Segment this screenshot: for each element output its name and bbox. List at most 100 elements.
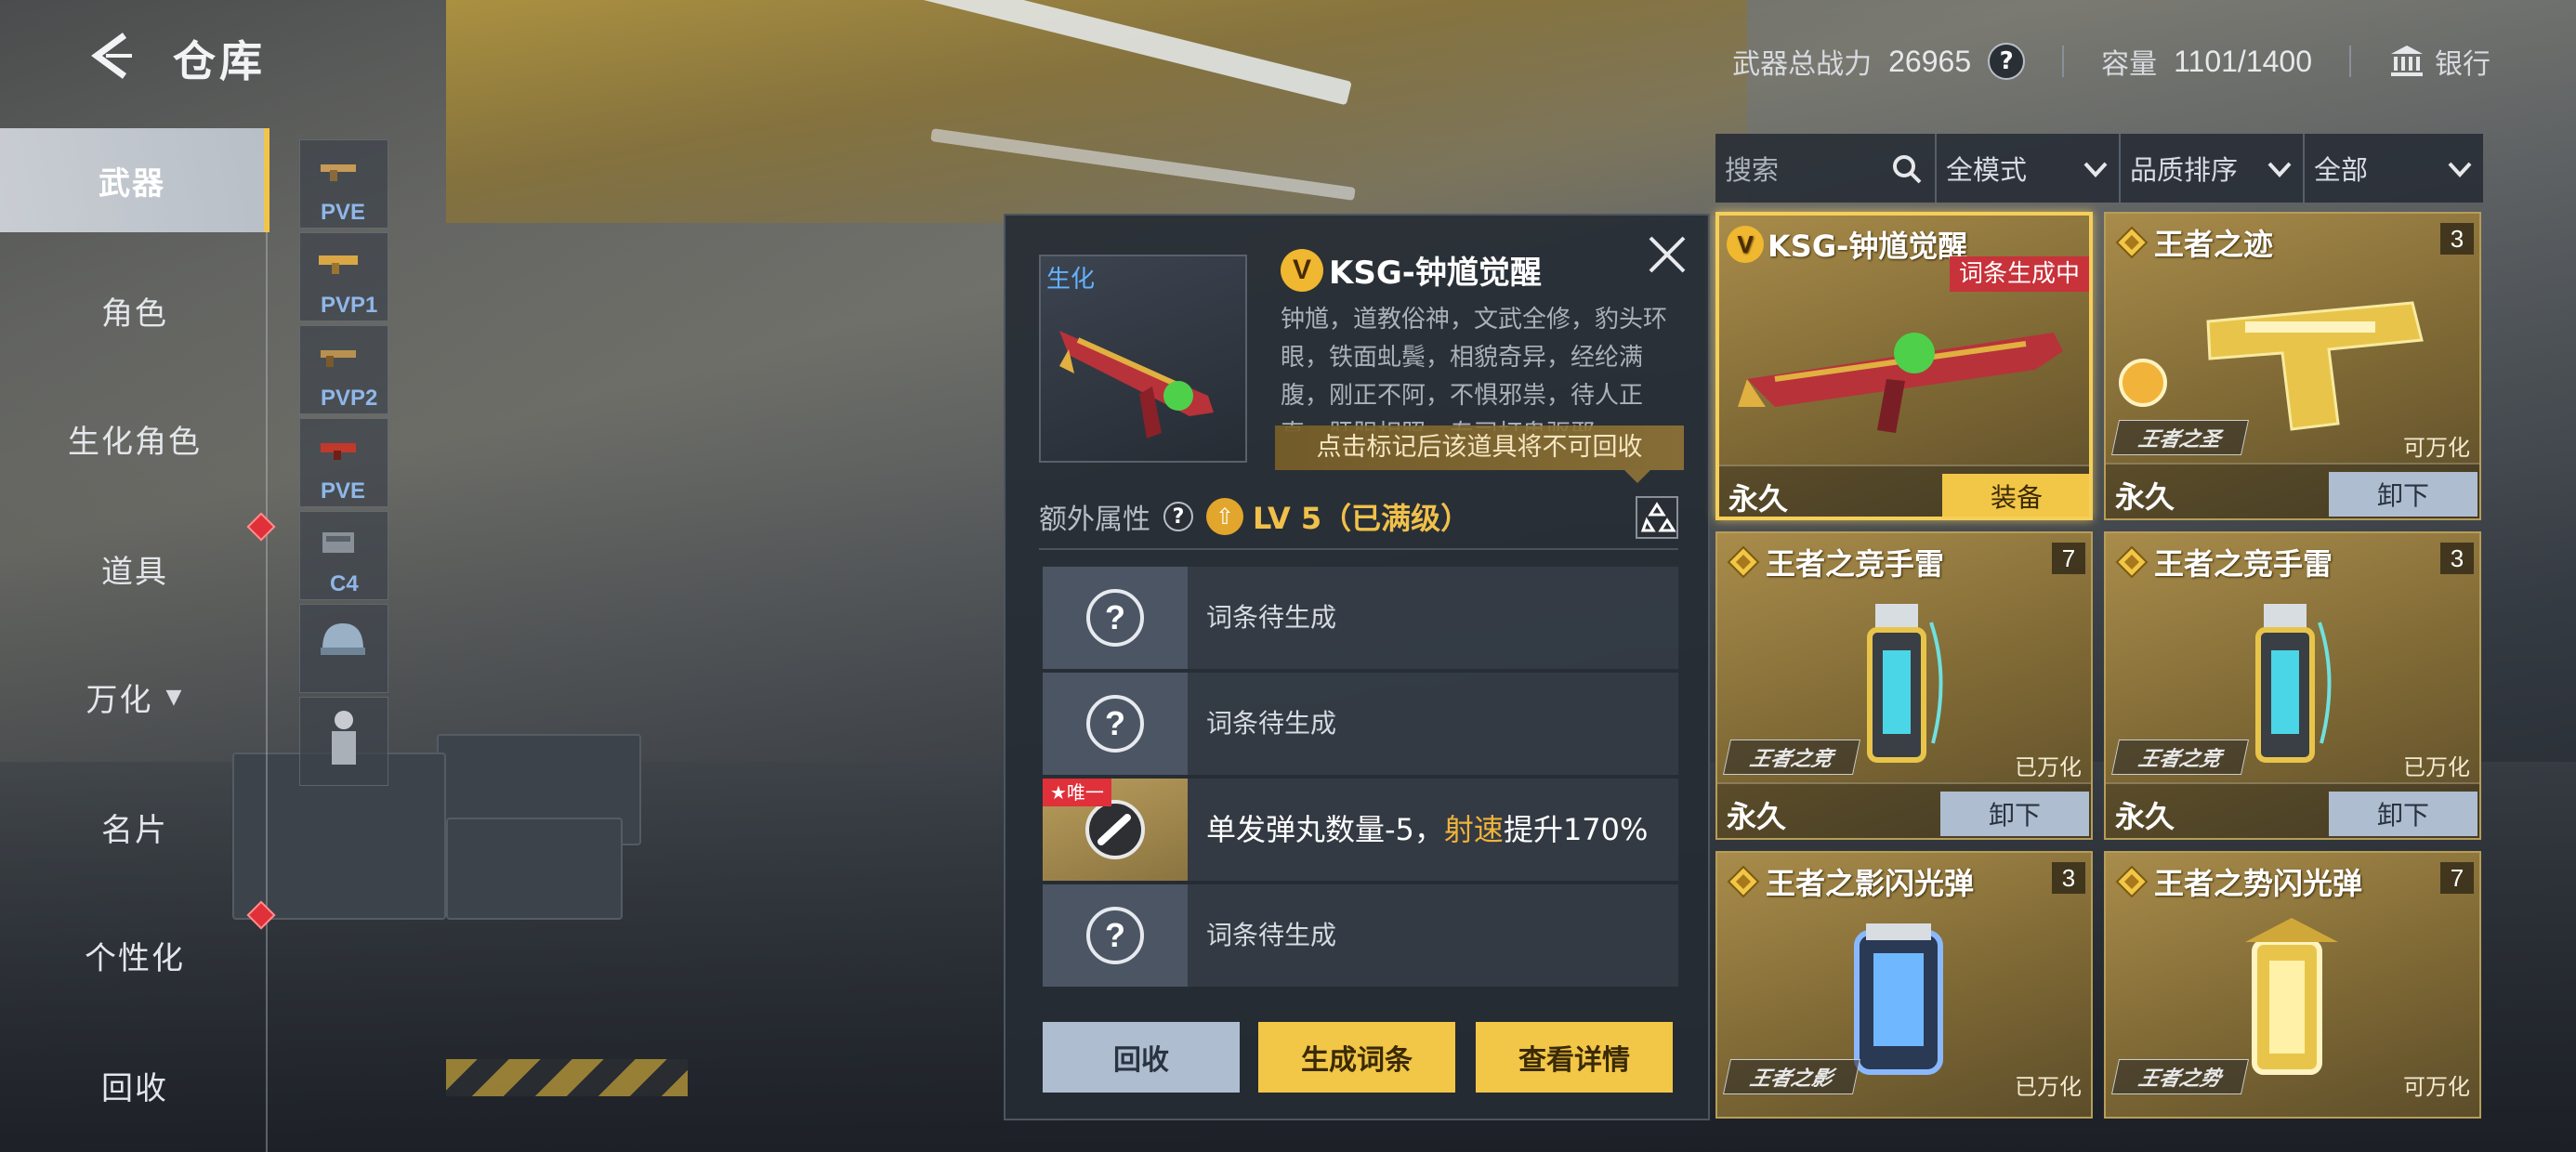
weapon-slot[interactable]: PVP2 bbox=[299, 325, 388, 414]
weapon-slot[interactable]: C4 bbox=[299, 511, 388, 600]
recycle-button[interactable]: 回收 bbox=[1043, 1022, 1240, 1093]
crown-icon bbox=[2115, 545, 2149, 579]
sidebar-item-characters[interactable]: 角色 bbox=[0, 258, 269, 362]
capacity-value: 1101/1400 bbox=[2174, 44, 2312, 78]
power-label: 武器总战力 bbox=[1732, 48, 1873, 81]
weapon-name: KSG-钟馗觉醒 bbox=[1329, 255, 1542, 292]
slot-text-part: 提升170% bbox=[1503, 812, 1649, 847]
recycle-mark-icon[interactable] bbox=[1636, 496, 1678, 539]
crown-icon bbox=[1727, 545, 1760, 579]
inventory-card[interactable]: 王者之竞手雷 3 王者之竞 已万化 永久 卸下 bbox=[2104, 531, 2481, 840]
inventory-card[interactable]: 王者之势闪光弹 7 王者之势 可万化 bbox=[2104, 851, 2481, 1119]
sidebar-item-transform[interactable]: 万化 ▼ bbox=[0, 645, 269, 749]
weapon-icon bbox=[321, 443, 356, 460]
character-slot[interactable] bbox=[299, 697, 388, 786]
search-icon bbox=[1893, 155, 1922, 184]
card-status: 可万化 bbox=[2403, 435, 2470, 461]
card-count: 7 bbox=[2052, 543, 2085, 574]
weapon-icon bbox=[321, 164, 356, 181]
back-arrow-icon bbox=[91, 33, 132, 79]
slot-icon: ? bbox=[1043, 567, 1188, 669]
weapon-slot[interactable]: PVE bbox=[299, 418, 388, 507]
sidebar-item-bio-characters[interactable]: 生化角色 bbox=[0, 386, 269, 491]
chevron-down-icon bbox=[2267, 162, 2292, 177]
mode-value: 全模式 bbox=[1946, 154, 2028, 186]
sidebar-item-weapons[interactable]: 武器 bbox=[0, 128, 269, 232]
card-count: 3 bbox=[2052, 862, 2085, 894]
slot-label: PVE bbox=[321, 200, 366, 225]
generate-entry-button[interactable]: 生成词条 bbox=[1258, 1022, 1455, 1093]
scope-value: 全部 bbox=[2314, 154, 2369, 186]
question-icon: ? bbox=[1086, 907, 1144, 964]
unequip-button[interactable]: 卸下 bbox=[2329, 472, 2477, 517]
card-footer: 永久 卸下 bbox=[2106, 463, 2479, 518]
crown-icon bbox=[2115, 865, 2149, 898]
sort-dropdown[interactable]: 品质排序 bbox=[2121, 134, 2305, 203]
chevron-down-icon bbox=[2083, 162, 2108, 177]
card-footer: 永久 卸下 bbox=[2106, 782, 2479, 838]
search-input[interactable]: 搜索 bbox=[1715, 134, 1937, 203]
weapon-icon bbox=[319, 255, 358, 274]
card-duration: 永久 bbox=[2115, 479, 2175, 515]
attribute-slot[interactable]: ? 词条待生成 bbox=[1043, 884, 1678, 987]
unequip-button[interactable]: 卸下 bbox=[2329, 792, 2477, 836]
background-crate bbox=[446, 818, 623, 920]
weapon-slot[interactable]: PVP1 bbox=[299, 232, 388, 321]
card-count: 3 bbox=[2440, 543, 2474, 574]
sidebar-item-label: 角色 bbox=[101, 295, 168, 333]
card-duration: 永久 bbox=[2115, 799, 2175, 834]
back-button[interactable] bbox=[85, 28, 141, 84]
weapon-slot[interactable]: PVE bbox=[299, 139, 388, 229]
card-duration: 永久 bbox=[1728, 481, 1789, 517]
unequip-button[interactable]: 卸下 bbox=[1940, 792, 2089, 836]
attribute-slot[interactable]: ? 词条待生成 bbox=[1043, 673, 1678, 775]
slot-label: PVE bbox=[321, 478, 366, 504]
card-name: KSG-钟馗觉醒 bbox=[1768, 229, 1968, 264]
card-footer: 永久 卸下 bbox=[1717, 782, 2091, 838]
sidebar-item-label: 万化 bbox=[85, 681, 153, 719]
sidebar-item-items[interactable]: 道具 bbox=[0, 517, 269, 621]
scope-dropdown[interactable]: 全部 bbox=[2305, 134, 2483, 203]
card-name: 王者之竞手雷 bbox=[2154, 546, 2333, 582]
inventory-card-selected[interactable]: V KSG-钟馗觉醒 词条生成中 永久 装备 bbox=[1715, 212, 2093, 520]
inventory-card[interactable]: 王者之影闪光弹 3 王者之影 已万化 bbox=[1715, 851, 2093, 1119]
bank-label: 银行 bbox=[2435, 48, 2491, 81]
mode-dropdown[interactable]: 全模式 bbox=[1937, 134, 2121, 203]
attribute-slot[interactable]: ? 词条待生成 bbox=[1043, 567, 1678, 669]
slot-label: PVP2 bbox=[321, 386, 378, 411]
card-name: 王者之影闪光弹 bbox=[1766, 866, 1975, 901]
close-icon[interactable] bbox=[1643, 230, 1691, 279]
chevron-down-icon: ▼ bbox=[165, 685, 184, 709]
card-title: 王者之迹 bbox=[2113, 221, 2273, 264]
extra-attribute-row: 额外属性 ? ⇧ LV 5（已满级） bbox=[1039, 485, 1678, 550]
helmet-slot[interactable] bbox=[299, 604, 388, 693]
attribute-slot-unique[interactable]: ★唯一 单发弹丸数量-5，射速提升170% bbox=[1043, 779, 1678, 881]
card-title: 王者之影闪光弹 bbox=[1725, 860, 1974, 903]
sidebar-item-label: 回收 bbox=[101, 1069, 168, 1107]
bullet-icon bbox=[1085, 800, 1145, 859]
bank-icon bbox=[2391, 46, 2423, 76]
sidebar-item-cards[interactable]: 名片 bbox=[0, 775, 269, 879]
level-up-icon: ⇧ bbox=[1206, 498, 1243, 535]
attribute-label: 额外属性 bbox=[1039, 504, 1150, 536]
slot-text: 单发弹丸数量-5，射速提升170% bbox=[1206, 779, 1648, 881]
sidebar-item-personalize[interactable]: 个性化 bbox=[0, 903, 269, 1007]
divider bbox=[2062, 46, 2065, 77]
inventory-card[interactable]: 王者之竞手雷 7 王者之竞 已万化 永久 卸下 bbox=[1715, 531, 2093, 840]
sidebar-item-recycle[interactable]: 回收 bbox=[0, 1033, 269, 1137]
power-help-icon[interactable]: ? bbox=[1988, 43, 2026, 80]
attribute-help-icon[interactable]: ? bbox=[1163, 502, 1193, 531]
view-details-button[interactable]: 查看详情 bbox=[1476, 1022, 1673, 1093]
card-title: 王者之竞手雷 bbox=[2113, 541, 2333, 583]
weapon-icon bbox=[321, 350, 356, 367]
level-text: LV 5（已满级） bbox=[1253, 501, 1471, 536]
inventory-card[interactable]: 王者之迹 3 王者之圣 可万化 永久 卸下 bbox=[2104, 212, 2481, 520]
recycle-tooltip: 点击标记后该道具将不可回收 bbox=[1275, 425, 1684, 483]
chevron-down-icon bbox=[2448, 162, 2472, 177]
character-icon bbox=[332, 711, 356, 765]
power-value: 26965 bbox=[1888, 44, 1972, 78]
page-title: 仓库 bbox=[173, 36, 266, 86]
slot-label: C4 bbox=[330, 571, 359, 596]
bank-button[interactable]: 银行 bbox=[2388, 41, 2491, 82]
equip-button[interactable]: 装备 bbox=[1942, 474, 2089, 517]
